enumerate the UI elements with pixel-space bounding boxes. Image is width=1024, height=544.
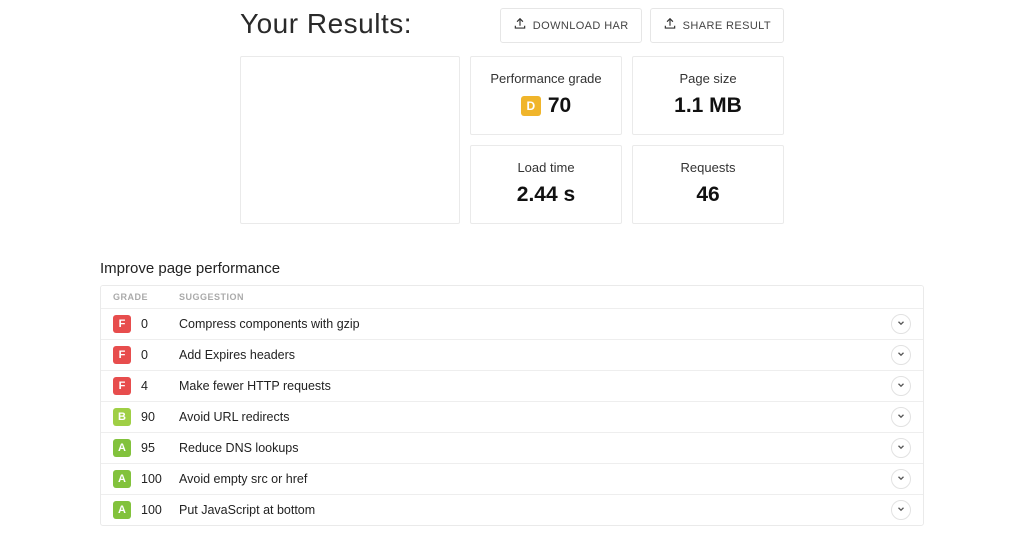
expand-button[interactable] [891, 407, 911, 427]
grade-badge: D [521, 96, 541, 116]
results-grid: Performance grade D 70 Page size 1.1 MB … [240, 56, 784, 224]
grade-badge: A [113, 470, 131, 488]
table-row[interactable]: F0Add Expires headers [101, 340, 923, 371]
chevron-down-icon [896, 441, 906, 455]
score-value: 100 [141, 503, 179, 517]
score-value: 100 [141, 472, 179, 486]
table-row[interactable]: F4Make fewer HTTP requests [101, 371, 923, 402]
metric-value: 46 [637, 183, 779, 207]
screenshot-placeholder [240, 56, 460, 224]
grade-badge: F [113, 377, 131, 395]
suggestion-text: Reduce DNS lookups [179, 441, 891, 455]
metric-label: Requests [637, 160, 779, 175]
chevron-down-icon [896, 317, 906, 331]
metric-performance: Performance grade D 70 [470, 56, 622, 135]
score-value: 4 [141, 379, 179, 393]
suggestion-text: Compress components with gzip [179, 317, 891, 331]
metric-label: Page size [637, 71, 779, 86]
table-row[interactable]: A 95Reduce DNS lookups [101, 433, 923, 464]
metric-label: Load time [475, 160, 617, 175]
upload-icon [513, 17, 527, 34]
table-row[interactable]: A 100Put JavaScript at bottom [101, 495, 923, 525]
table-row[interactable]: A 100Avoid empty src or href [101, 464, 923, 495]
chevron-down-icon [896, 379, 906, 393]
metric-pagesize: Page size 1.1 MB [632, 56, 784, 135]
improve-section: Improve page performance GRADE SUGGESTIO… [100, 260, 924, 526]
metric-loadtime: Load time 2.44 s [470, 145, 622, 224]
download-har-button[interactable]: DOWNLOAD HAR [500, 8, 642, 43]
expand-button[interactable] [891, 500, 911, 520]
metric-requests: Requests 46 [632, 145, 784, 224]
metric-value: 1.1 MB [637, 94, 779, 118]
share-result-button[interactable]: SHARE RESULT [650, 8, 784, 43]
grade-badge: F [113, 315, 131, 333]
chevron-down-icon [896, 348, 906, 362]
expand-button[interactable] [891, 438, 911, 458]
col-suggestion: SUGGESTION [179, 292, 244, 302]
header-row: Your Results: DOWNLOAD HAR SHARE RESULT [240, 8, 784, 42]
score-value: 0 [141, 348, 179, 362]
improve-table: GRADE SUGGESTION F0Compress components w… [100, 285, 924, 526]
expand-button[interactable] [891, 376, 911, 396]
expand-button[interactable] [891, 469, 911, 489]
chevron-down-icon [896, 503, 906, 517]
download-har-label: DOWNLOAD HAR [533, 20, 629, 32]
grade-badge: B [113, 408, 131, 426]
suggestion-text: Avoid empty src or href [179, 472, 891, 486]
table-header: GRADE SUGGESTION [101, 286, 923, 309]
metric-value: 70 [548, 94, 571, 118]
col-grade: GRADE [113, 292, 179, 302]
improve-title: Improve page performance [100, 260, 924, 277]
grade-badge: A [113, 501, 131, 519]
suggestion-text: Put JavaScript at bottom [179, 503, 891, 517]
chevron-down-icon [896, 410, 906, 424]
table-row[interactable]: B 90Avoid URL redirects [101, 402, 923, 433]
share-result-label: SHARE RESULT [683, 20, 771, 32]
suggestion-text: Make fewer HTTP requests [179, 379, 891, 393]
table-row[interactable]: F0Compress components with gzip [101, 309, 923, 340]
suggestion-text: Avoid URL redirects [179, 410, 891, 424]
expand-button[interactable] [891, 314, 911, 334]
expand-button[interactable] [891, 345, 911, 365]
suggestion-text: Add Expires headers [179, 348, 891, 362]
score-value: 0 [141, 317, 179, 331]
metric-label: Performance grade [475, 71, 617, 86]
upload-icon [663, 17, 677, 34]
grade-badge: A [113, 439, 131, 457]
metric-value: 2.44 s [475, 183, 617, 207]
score-value: 95 [141, 441, 179, 455]
grade-badge: F [113, 346, 131, 364]
chevron-down-icon [896, 472, 906, 486]
score-value: 90 [141, 410, 179, 424]
page-title: Your Results: [240, 8, 492, 40]
